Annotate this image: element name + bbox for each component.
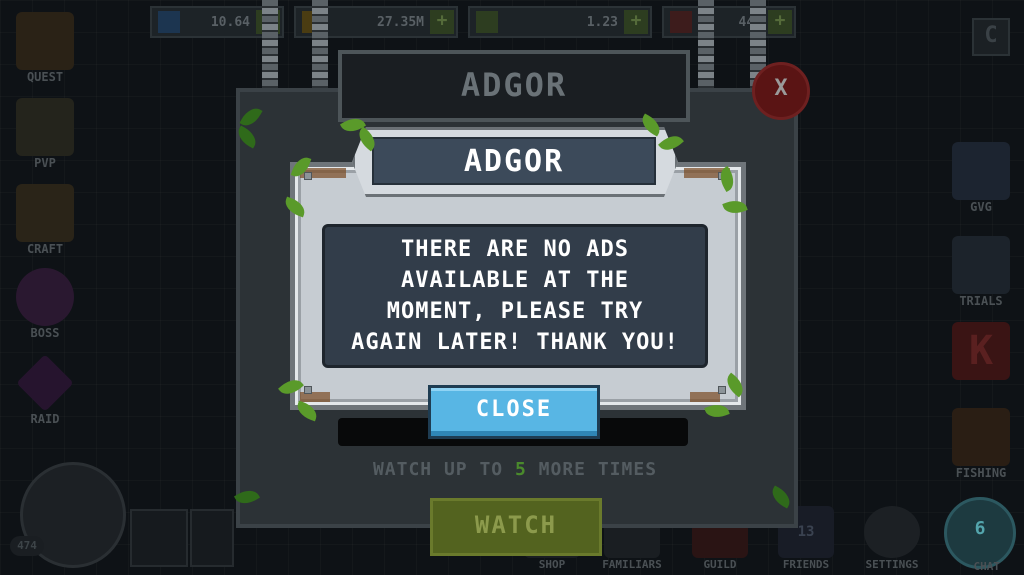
gem-value: 10.64 (210, 14, 250, 30)
boss-icon (16, 268, 74, 326)
add-tickets-button[interactable]: + (624, 10, 648, 34)
ticket-value: 1.23 (586, 14, 618, 30)
close-button[interactable]: CLOSE (428, 385, 600, 439)
chat-label: CHAT (973, 560, 1001, 573)
boss-label: BOSS (30, 326, 60, 340)
gvg-swords-icon (952, 142, 1010, 200)
side-item-craft[interactable]: CRAFT (6, 184, 84, 256)
ticket-resource: 1.23 + (468, 6, 652, 38)
dialog-title: ADGOR (463, 144, 565, 179)
key-resource: 440 + (662, 6, 796, 38)
side-item-k[interactable]: K (942, 322, 1020, 380)
inventory-button[interactable] (130, 509, 188, 567)
quick-slot-button[interactable] (190, 509, 234, 567)
k-letter-icon: K (952, 322, 1010, 380)
side-item-gvg[interactable]: GVG (942, 142, 1020, 214)
side-item-quest[interactable]: QUEST (6, 12, 84, 84)
player-level: 474 (10, 536, 44, 556)
side-item-raid[interactable]: RAID (6, 354, 84, 426)
watch-count: 5 (514, 459, 527, 480)
fishing-label: FISHING (955, 466, 1007, 480)
ad-panel-title-plate: ADGOR (338, 50, 690, 122)
watch-limit-text: WATCH UP TO 5 MORE TIMES (260, 459, 770, 480)
anvil-icon (16, 184, 74, 242)
pvp-label: PVP (34, 156, 56, 170)
add-gold-button[interactable]: + (430, 10, 454, 34)
chat-button[interactable]: 6 (944, 497, 1016, 569)
side-item-boss[interactable]: BOSS (6, 268, 84, 340)
gold-value: 27.35M (377, 14, 424, 30)
bolt-icon (304, 172, 312, 180)
add-keys-button[interactable]: + (768, 10, 792, 34)
chain-left-back (262, 0, 278, 90)
trials-label: TRIALS (959, 294, 1003, 308)
raid-crystal-icon (16, 354, 74, 412)
message-line: MOMENT, PLEASE TRY (386, 299, 644, 324)
settings-label: SETTINGS (865, 558, 919, 571)
gvg-label: GVG (970, 200, 992, 214)
ticket-icon (476, 11, 498, 33)
ad-panel-title: ADGOR (460, 66, 568, 104)
rust-stain (690, 392, 720, 402)
dialog-message: THERE ARE NO ADS AVAILABLE AT THE MOMENT… (322, 234, 708, 358)
fishing-icon (952, 408, 1010, 466)
message-line: AVAILABLE AT THE (401, 268, 629, 293)
side-item-fishing[interactable]: FISHING (942, 408, 1020, 480)
friends-label: FRIENDS (782, 558, 830, 571)
side-item-trials[interactable]: TRIALS (942, 236, 1020, 308)
trials-icon (952, 236, 1010, 294)
watch-ad-button[interactable]: WATCH (430, 498, 602, 556)
bolt-icon (304, 386, 312, 394)
gem-icon (158, 11, 180, 33)
menu-corner-button[interactable]: C (972, 18, 1010, 56)
side-item-pvp[interactable]: PVP (6, 98, 84, 170)
watch-suffix: MORE TIMES (526, 459, 658, 480)
raid-label: RAID (30, 412, 60, 426)
bolt-icon (718, 386, 726, 394)
familiars-label: FAMILIARS (602, 558, 662, 571)
guild-label: GUILD (703, 558, 737, 571)
crossed-swords-icon (16, 98, 74, 156)
message-line: THERE ARE NO ADS (401, 237, 629, 262)
watch-prefix: WATCH UP TO (372, 459, 515, 480)
quest-label: QUEST (26, 70, 64, 84)
key-icon (670, 11, 692, 33)
gear-icon (864, 506, 920, 558)
shop-label: SHOP (538, 558, 566, 571)
craft-label: CRAFT (26, 242, 64, 256)
message-line: AGAIN LATER! THANK YOU! (351, 330, 679, 355)
quest-icon (16, 12, 74, 70)
bottom-item-settings[interactable]: SETTINGS (856, 506, 928, 571)
panel-close-button[interactable]: X (752, 62, 810, 120)
